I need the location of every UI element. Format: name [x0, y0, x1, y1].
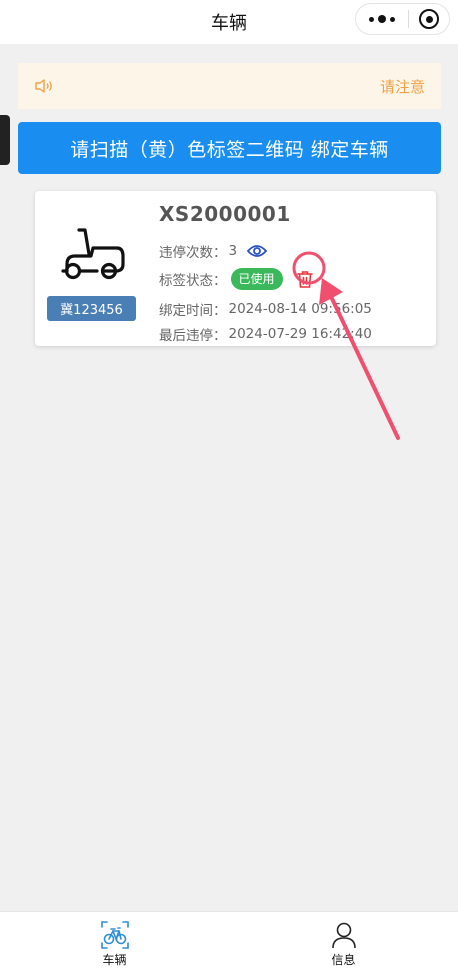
vehicle-id: XS2000001 [159, 202, 291, 226]
bicycle-scan-icon [100, 920, 129, 949]
top-navbar: 车辆 [0, 0, 458, 44]
last-violation-value: 2024-07-29 16:42:40 [228, 326, 372, 342]
status-badge: 已使用 [230, 268, 283, 290]
bind-time-value: 2024-08-14 09:56:05 [228, 301, 372, 317]
tab-info-label: 信息 [331, 952, 356, 967]
target-icon [419, 9, 439, 29]
close-mini-program-button[interactable] [409, 4, 449, 34]
vehicle-info: XS2000001 违停次数： 3 标签状态： 已使用 绑定时间： 2024-0… [159, 202, 372, 344]
last-violation-row: 最后违停： 2024-07-29 16:42:40 [159, 324, 372, 344]
tab-info[interactable]: 信息 [229, 912, 458, 975]
violations-count: 3 [228, 243, 238, 259]
scooter-icon [61, 228, 125, 280]
bind-time-label: 绑定时间： [159, 303, 227, 319]
notice-bar: 请注意 [18, 63, 441, 109]
violations-label: 违停次数： [159, 245, 227, 261]
mini-program-capsule [355, 3, 450, 35]
floating-side-handle[interactable] [0, 115, 10, 165]
last-violation-label: 最后违停： [159, 328, 227, 344]
eye-icon[interactable] [247, 244, 268, 258]
tab-vehicles-label: 车辆 [102, 952, 127, 967]
violations-row: 违停次数： 3 [159, 241, 268, 261]
trash-icon[interactable] [296, 269, 314, 289]
speaker-icon [35, 79, 52, 93]
status-row: 标签状态： 已使用 [159, 268, 314, 290]
page-title: 车辆 [211, 13, 247, 34]
tab-vehicles[interactable]: 车辆 [0, 912, 229, 975]
bind-time-row: 绑定时间： 2024-08-14 09:56:05 [159, 299, 372, 319]
notice-text: 请注意 [379, 77, 425, 96]
status-label: 标签状态： [159, 273, 227, 289]
more-menu-button[interactable] [356, 4, 408, 34]
license-plate-badge: 冀123456 [47, 296, 136, 321]
scan-bind-vehicle-button[interactable]: 请扫描（黄）色标签二维码 绑定车辆 [18, 122, 441, 174]
vehicle-card[interactable]: 冀123456 XS2000001 违停次数： 3 标签状态： 已使用 绑定时间… [35, 191, 436, 346]
bottom-tab-bar: 车辆 信息 [0, 911, 458, 975]
user-icon [331, 922, 356, 948]
